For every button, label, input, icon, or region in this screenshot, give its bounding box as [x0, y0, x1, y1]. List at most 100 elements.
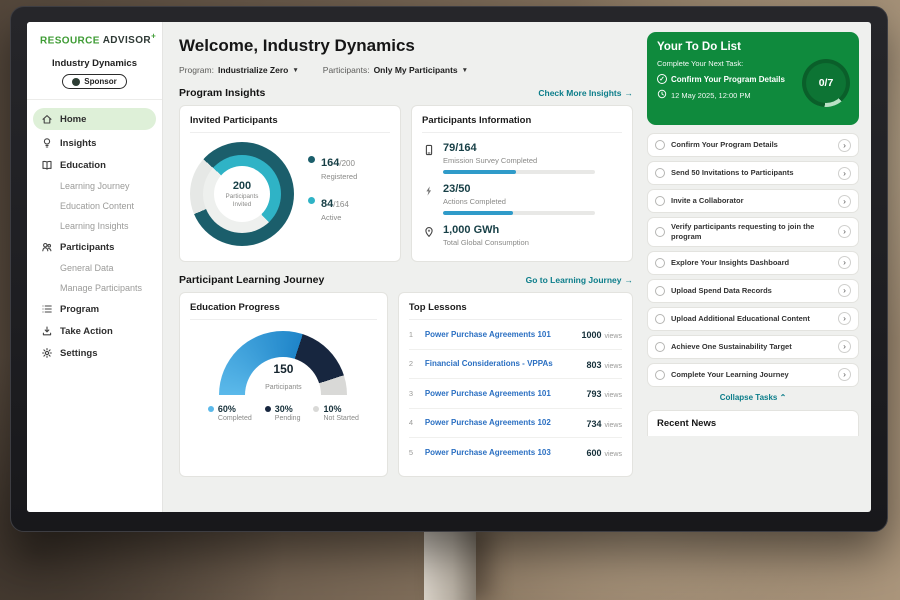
- task-checkbox[interactable]: [655, 342, 665, 352]
- task-checkbox[interactable]: [655, 227, 665, 237]
- check-more-insights-link[interactable]: Check More Insights→: [538, 88, 633, 98]
- task-row[interactable]: Invite a Collaborator›: [647, 189, 859, 213]
- arrow-right-icon: →: [625, 275, 634, 285]
- sidebar-item-label: Participants: [60, 242, 114, 253]
- todo-panel: Your To Do List Complete Your Next Task:…: [645, 22, 871, 512]
- lesson-title-link[interactable]: Power Purchase Agreements 101: [425, 330, 575, 339]
- section-title: Program Insights: [179, 87, 265, 99]
- invited-participants-card: Invited Participants 200 Participants In…: [179, 105, 401, 262]
- sidebar-item-insights[interactable]: Insights: [27, 132, 162, 154]
- lesson-title-link[interactable]: Power Purchase Agreements 101: [425, 389, 580, 398]
- task-checkbox[interactable]: [655, 140, 665, 150]
- legend-label: Pending: [275, 415, 301, 422]
- task-checkbox[interactable]: [655, 168, 665, 178]
- stat-value: 79/164: [443, 142, 595, 154]
- chevron-right-icon[interactable]: ›: [838, 284, 851, 297]
- task-row[interactable]: Complete Your Learning Journey ›: [647, 363, 859, 387]
- go-to-learning-journey-link[interactable]: Go to Learning Journey→: [526, 275, 633, 285]
- program-insights-cards: Invited Participants 200 Participants In…: [179, 105, 633, 262]
- sidebar-item-take-action[interactable]: Take Action: [27, 320, 162, 342]
- sidebar-item-learning-journey[interactable]: Learning Journey: [27, 176, 162, 196]
- sidebar-item-participants[interactable]: Participants: [27, 236, 162, 258]
- task-checkbox[interactable]: [655, 314, 665, 324]
- task-row[interactable]: Send 50 Invitations to Participants ›: [647, 161, 859, 185]
- chevron-right-icon[interactable]: ›: [838, 368, 851, 381]
- chevron-right-icon[interactable]: ›: [838, 312, 851, 325]
- chevron-right-icon[interactable]: ›: [838, 256, 851, 269]
- collapse-tasks-link[interactable]: Collapse Tasks ⌃: [647, 393, 859, 402]
- active-label: Active: [321, 213, 349, 222]
- gauge-legend: 60% Completed 30% Pending: [208, 404, 359, 422]
- task-row[interactable]: Achieve One Sustainability Target ›: [647, 335, 859, 359]
- sidebar-item-program[interactable]: Program: [27, 298, 162, 320]
- not-started-dot: [313, 406, 319, 412]
- sidebar-item-label: General Data: [60, 263, 114, 273]
- task-label: Achieve One Sustainability Target: [671, 342, 832, 352]
- home-icon: [41, 113, 53, 125]
- task-row[interactable]: Upload Spend Data Records ›: [647, 279, 859, 303]
- stat-emission-survey: 79/164 Emission Survey Completed: [422, 142, 622, 174]
- chevron-right-icon[interactable]: ›: [838, 139, 851, 152]
- settings-icon: [41, 347, 53, 359]
- lesson-title-link[interactable]: Power Purchase Agreements 102: [425, 418, 580, 427]
- task-row[interactable]: Explore Your Insights Dashboard›: [647, 251, 859, 275]
- learning-journey-cards: Education Progress 150 Participants: [179, 292, 633, 477]
- task-label: Send 50 Invitations to Participants: [671, 168, 832, 178]
- lesson-views: 793views: [586, 384, 622, 402]
- task-label: Upload Spend Data Records: [671, 286, 832, 296]
- sidebar-item-education[interactable]: Education: [27, 154, 162, 176]
- chevron-down-icon: ▼: [462, 67, 468, 74]
- sidebar-item-home[interactable]: Home: [33, 108, 156, 130]
- sidebar-item-label: Education Content: [60, 201, 134, 211]
- arrow-right-icon: →: [625, 88, 634, 98]
- completed-dot: [208, 406, 214, 412]
- page-title: Welcome, Industry Dynamics: [179, 36, 633, 56]
- todo-next-task-label: Confirm Your Program Details: [671, 75, 785, 84]
- chevron-right-icon[interactable]: ›: [838, 195, 851, 208]
- task-checkbox[interactable]: [655, 286, 665, 296]
- task-checkbox[interactable]: [655, 196, 665, 206]
- active-total: /164: [333, 200, 349, 209]
- todo-summary-card: Your To Do List Complete Your Next Task:…: [647, 32, 859, 125]
- task-label: Complete Your Learning Journey: [671, 370, 832, 380]
- sidebar-item-settings[interactable]: Settings: [27, 342, 162, 364]
- sidebar-item-label: Settings: [60, 348, 97, 359]
- task-checkbox[interactable]: [655, 258, 665, 268]
- monitor-bezel: RESOURCE ADVISOR+ Industry Dynamics Spon…: [10, 6, 888, 532]
- section-title: Participant Learning Journey: [179, 274, 324, 286]
- sidebar-item-label: Learning Insights: [60, 221, 129, 231]
- sponsor-icon: [72, 78, 80, 86]
- pending-dot: [265, 406, 271, 412]
- legend-value: 10%: [323, 404, 358, 414]
- filters-bar: Program: Industrialize Zero ▼ Participan…: [179, 65, 633, 75]
- chevron-down-icon: ▼: [292, 67, 298, 74]
- sidebar-item-manage-participants[interactable]: Manage Participants: [27, 278, 162, 298]
- chevron-right-icon[interactable]: ›: [838, 167, 851, 180]
- sidebar-item-education-content[interactable]: Education Content: [27, 196, 162, 216]
- logo-resource: RESOURCE: [40, 35, 100, 46]
- sidebar-item-general-data[interactable]: General Data: [27, 258, 162, 278]
- participants-dropdown[interactable]: Participants: Only My Participants ▼: [323, 65, 468, 75]
- program-dropdown[interactable]: Program: Industrialize Zero ▼: [179, 65, 299, 75]
- task-label: Confirm Your Program Details: [671, 140, 832, 150]
- top-lessons-card: Top Lessons 1 Power Purchase Agreements …: [398, 292, 633, 477]
- sidebar-item-learning-insights[interactable]: Learning Insights: [27, 216, 162, 236]
- lesson-title-link[interactable]: Financial Considerations - VPPAs: [425, 359, 580, 368]
- task-row[interactable]: Upload Additional Educational Content›: [647, 307, 859, 331]
- invited-donut-center: 200 Participants Invited: [214, 166, 270, 222]
- lesson-rank: 3: [409, 389, 418, 398]
- program-insights-header: Program Insights Check More Insights→: [179, 87, 633, 99]
- task-checkbox[interactable]: [655, 370, 665, 380]
- lesson-title-link[interactable]: Power Purchase Agreements 103: [425, 448, 580, 457]
- education-icon: [41, 159, 53, 171]
- chevron-right-icon[interactable]: ›: [838, 225, 851, 238]
- check-circle-icon: ✓: [657, 74, 667, 84]
- chevron-right-icon[interactable]: ›: [838, 340, 851, 353]
- task-row[interactable]: Confirm Your Program Details ›: [647, 133, 859, 157]
- survey-icon: [422, 142, 435, 174]
- stat-label: Emission Survey Completed: [443, 156, 595, 165]
- stat-global-consumption: 1,000 GWh Total Global Consumption: [422, 224, 622, 252]
- card-title: Invited Participants: [190, 115, 390, 133]
- actions-progress-bar: [443, 211, 595, 215]
- task-row[interactable]: Verify participants requesting to join t…: [647, 217, 859, 247]
